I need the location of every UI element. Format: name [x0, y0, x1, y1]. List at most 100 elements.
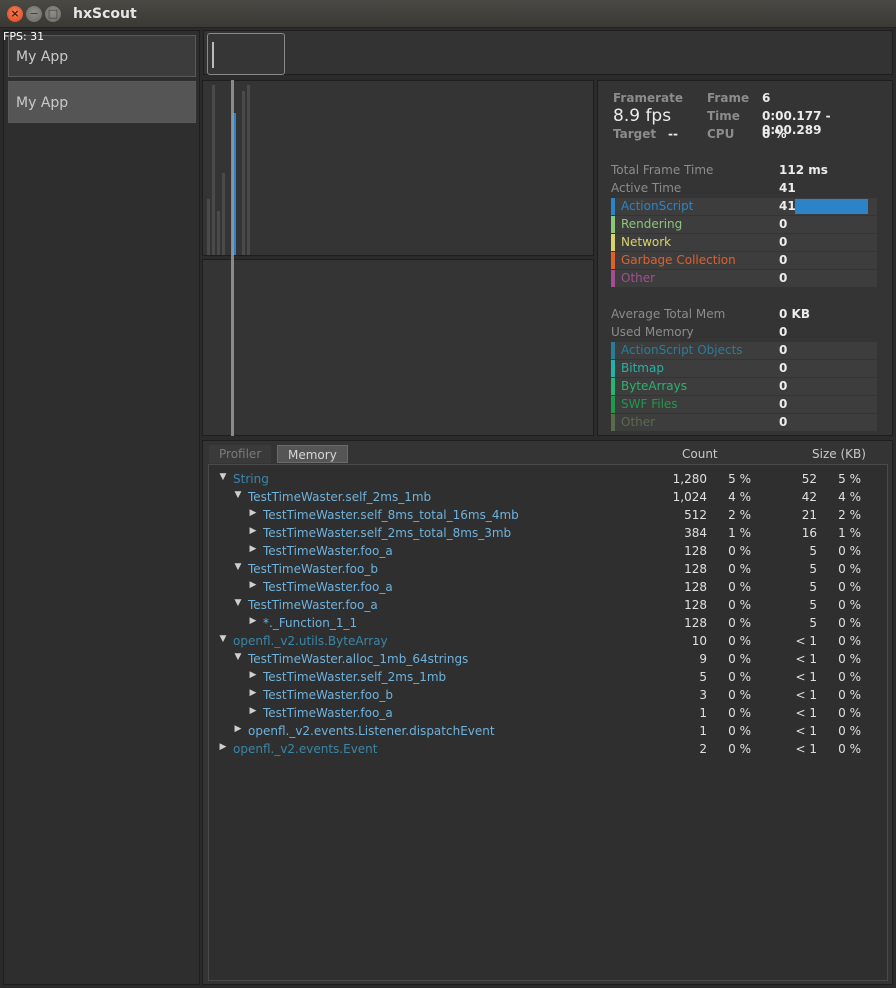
tree-row[interactable]: ▶ *._Function_1_1 128 0 % 5 0 %	[209, 614, 887, 632]
tree-row-size-pct: 0 %	[838, 688, 861, 702]
memory-category-color-swatch	[611, 378, 615, 395]
tree-row-count-pct: 0 %	[728, 670, 751, 684]
timeline-handle[interactable]	[212, 42, 214, 68]
collapse-arrow-icon[interactable]: ▼	[233, 562, 243, 572]
frame-bar[interactable]	[207, 199, 210, 255]
maximize-window-button[interactable]: □	[45, 6, 61, 22]
tree-row-count-pct: 0 %	[728, 706, 751, 720]
tree-row[interactable]: ▼ openfl._v2.utils.ByteArray 10 0 % < 1 0 %	[209, 632, 887, 650]
allocation-tree[interactable]: ▼ String 1,280 5 % 52 5 % ▼ TestTimeWaster.self…	[208, 464, 888, 981]
collapse-arrow-icon[interactable]: ▼	[233, 490, 243, 500]
time-category-name: Network	[621, 235, 672, 249]
tree-row[interactable]: ▶ TestTimeWaster.self_2ms_total_8ms_3mb 38…	[209, 524, 887, 542]
tree-row-count: 5	[699, 670, 707, 684]
frame-bar[interactable]	[222, 173, 225, 255]
tree-row-size: 5	[809, 598, 817, 612]
avg-total-mem-label: Average Total Mem	[611, 307, 726, 321]
tree-row-label: *._Function_1_1	[263, 616, 358, 630]
expand-arrow-icon[interactable]: ▶	[248, 688, 258, 698]
memory-category-value: 0	[779, 343, 788, 357]
memory-category-color-swatch	[611, 342, 615, 359]
close-window-button[interactable]: ×	[7, 6, 23, 22]
tree-row[interactable]: ▶ TestTimeWaster.self_2ms_1mb 5 0 % < 1 0 %	[209, 668, 887, 686]
tree-row-size: 5	[809, 580, 817, 594]
tab-memory[interactable]: Memory	[277, 445, 348, 463]
time-category-row: ActionScript 41	[611, 198, 877, 215]
time-category-value: 0	[779, 271, 788, 285]
tree-row[interactable]: ▶ TestTimeWaster.foo_a 128 0 % 5 0 %	[209, 578, 887, 596]
minimize-window-button[interactable]: −	[26, 6, 42, 22]
memory-category-row: SWF Files 0	[611, 396, 877, 413]
time-category-color-swatch	[611, 198, 615, 215]
frame-bar[interactable]	[212, 85, 215, 255]
target-value: --	[668, 127, 678, 141]
expand-arrow-icon[interactable]: ▶	[218, 742, 228, 752]
frame-bar[interactable]	[217, 211, 220, 255]
frame-bar[interactable]	[247, 85, 250, 255]
timeline-selection-window[interactable]	[207, 33, 285, 75]
tree-row-size-pct: 0 %	[838, 544, 861, 558]
tree-row-size: < 1	[795, 742, 817, 756]
tree-row-count: 3	[699, 688, 707, 702]
tree-row-count-pct: 0 %	[728, 634, 751, 648]
expand-arrow-icon[interactable]: ▶	[248, 526, 258, 536]
expand-arrow-icon[interactable]: ▶	[248, 580, 258, 590]
app-list-sidebar: My App My App	[3, 30, 200, 985]
tree-row[interactable]: ▼ String 1,280 5 % 52 5 %	[209, 470, 887, 488]
active-time-value: 41	[779, 181, 796, 195]
tree-row[interactable]: ▶ openfl._v2.events.Event 2 0 % < 1 0 %	[209, 740, 887, 758]
frame-time-graph[interactable]	[202, 80, 594, 256]
tree-row-count: 128	[684, 544, 707, 558]
memory-graph[interactable]	[202, 259, 594, 436]
avg-total-mem-value: 0 KB	[779, 307, 810, 321]
tree-row-count-pct: 5 %	[728, 472, 751, 486]
time-category-bar	[795, 199, 868, 214]
expand-arrow-icon[interactable]: ▶	[248, 616, 258, 626]
tree-row[interactable]: ▶ openfl._v2.events.Listener.dispatchEven…	[209, 722, 887, 740]
frame-cursor-line[interactable]	[231, 80, 234, 436]
time-category-row: Rendering 0	[611, 216, 877, 233]
collapse-arrow-icon[interactable]: ▼	[218, 472, 228, 482]
memory-category-color-swatch	[611, 396, 615, 413]
tree-row-size: 52	[801, 472, 817, 486]
tree-row[interactable]: ▼ TestTimeWaster.foo_a 128 0 % 5 0 %	[209, 596, 887, 614]
tree-row-count-pct: 0 %	[728, 616, 751, 630]
tree-row[interactable]: ▶ TestTimeWaster.foo_b 3 0 % < 1 0 %	[209, 686, 887, 704]
timeline-strip[interactable]	[203, 30, 893, 75]
app-list-item-selected[interactable]: My App	[8, 81, 196, 123]
time-category-row: Network 0	[611, 234, 877, 251]
expand-arrow-icon[interactable]: ▶	[233, 724, 243, 734]
tree-row[interactable]: ▼ TestTimeWaster.alloc_1mb_64strings 9 0 % <…	[209, 650, 887, 668]
tree-row-count-pct: 0 %	[728, 652, 751, 666]
collapse-arrow-icon[interactable]: ▼	[218, 634, 228, 644]
tree-row[interactable]: ▼ TestTimeWaster.foo_b 128 0 % 5 0 %	[209, 560, 887, 578]
count-column-header[interactable]: Count	[682, 447, 718, 461]
tree-row-label: openfl._v2.events.Event	[233, 742, 378, 756]
tree-row[interactable]: ▶ TestTimeWaster.foo_a 128 0 % 5 0 %	[209, 542, 887, 560]
expand-arrow-icon[interactable]: ▶	[248, 706, 258, 716]
cpu-value: 0 %	[762, 127, 787, 141]
tree-row-label: openfl._v2.events.Listener.dispatchEvent	[248, 724, 495, 738]
size-column-header[interactable]: Size (KB)	[812, 447, 866, 461]
collapse-arrow-icon[interactable]: ▼	[233, 652, 243, 662]
frame-bar[interactable]	[242, 91, 245, 255]
tree-row-label: String	[233, 472, 269, 486]
expand-arrow-icon[interactable]: ▶	[248, 670, 258, 680]
tree-row-size-pct: 0 %	[838, 634, 861, 648]
tree-row-size-pct: 2 %	[838, 508, 861, 522]
tree-row[interactable]: ▶ TestTimeWaster.self_8ms_total_16ms_4mb 5…	[209, 506, 887, 524]
tree-row-count: 10	[691, 634, 707, 648]
tab-profiler[interactable]: Profiler	[209, 445, 272, 463]
collapse-arrow-icon[interactable]: ▼	[233, 598, 243, 608]
tree-row[interactable]: ▶ TestTimeWaster.foo_a 1 0 % < 1 0 %	[209, 704, 887, 722]
tree-row-count: 512	[684, 508, 707, 522]
expand-arrow-icon[interactable]: ▶	[248, 508, 258, 518]
total-frame-time-row: Total Frame Time 112 ms	[611, 162, 877, 179]
total-frame-time-label: Total Frame Time	[611, 163, 714, 177]
tree-row[interactable]: ▼ TestTimeWaster.self_2ms_1mb 1,024 4 % 42 4 …	[209, 488, 887, 506]
tree-row-size-pct: 0 %	[838, 580, 861, 594]
time-category-row: Garbage Collection 0	[611, 252, 877, 269]
time-category-value: 0	[779, 253, 788, 267]
expand-arrow-icon[interactable]: ▶	[248, 544, 258, 554]
tree-row-count: 128	[684, 562, 707, 576]
